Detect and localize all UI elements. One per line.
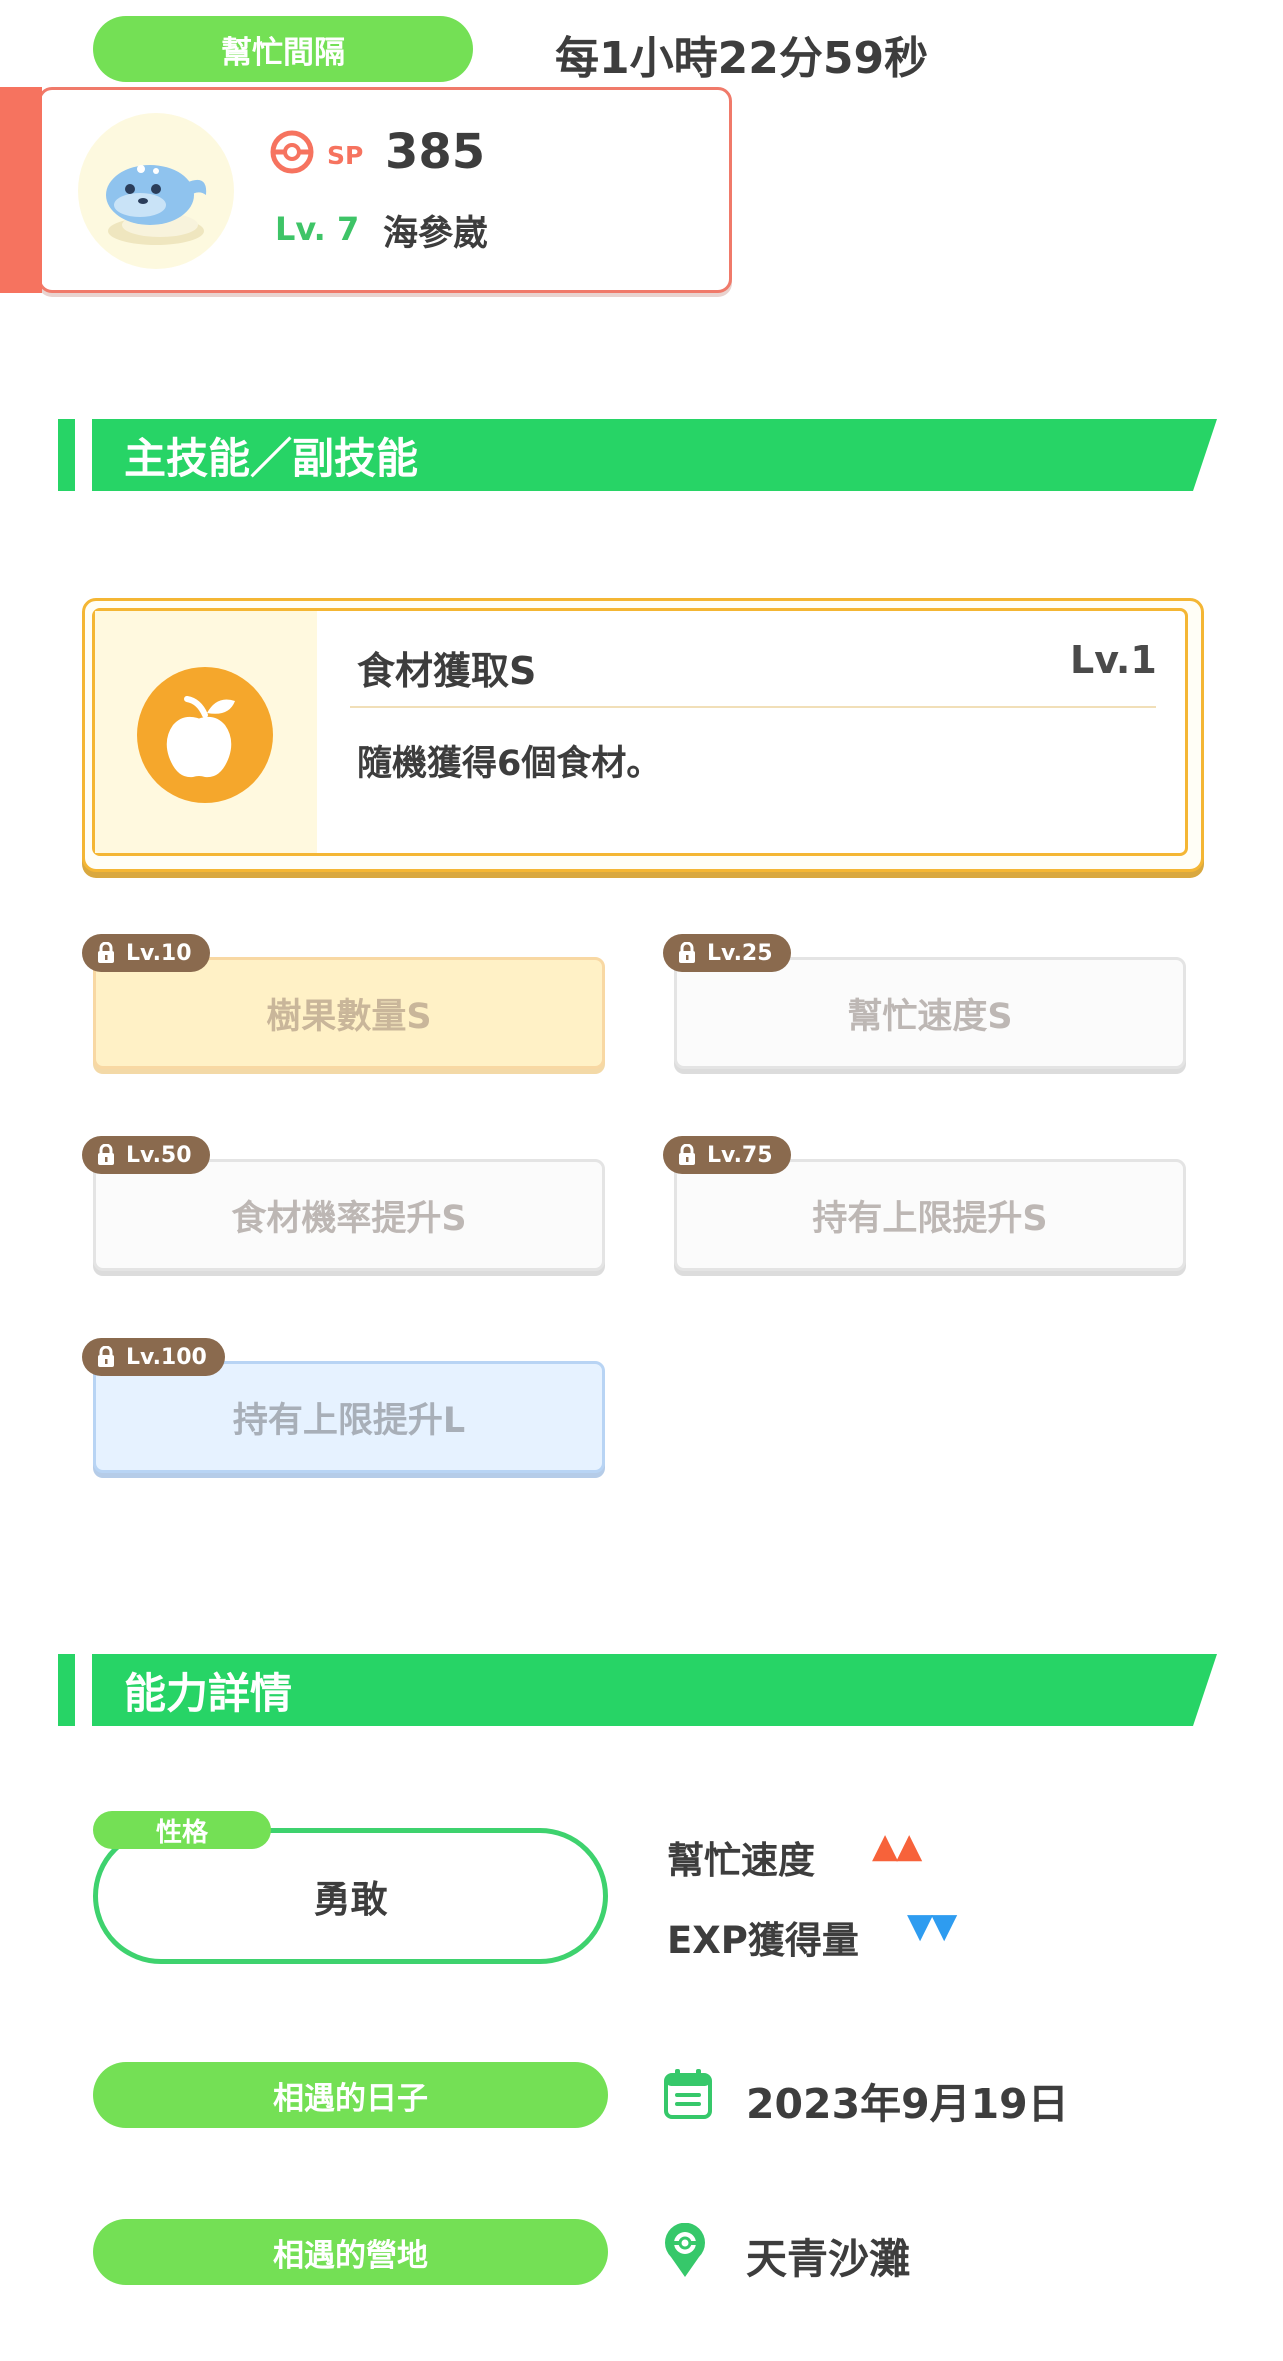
sub-skill-5[interactable]: 持有上限提升L [93,1361,605,1473]
lock-icon [98,1144,114,1165]
main-skill-name: 食材獲取S [357,649,537,693]
nature-value: 勇敢 [313,1878,388,1921]
nature-up-label: 幫忙速度 [667,1839,815,1882]
sub-skill-3[interactable]: 食材機率提升S [93,1159,605,1271]
sub-skill-name: 持有上限提升L [232,1400,466,1441]
sub-skill-lock-tag: Lv.25 [663,934,791,972]
lock-icon [98,942,114,963]
section-title-skills: 主技能／副技能 [92,419,1217,491]
main-skill-description: 隨機獲得6個食材。 [357,744,662,784]
sub-skill-name: 食材機率提升S [231,1198,467,1239]
nature-down-label: EXP獲得量 [667,1919,859,1962]
sp-icon [270,130,314,174]
main-skill-level: Lv.1 [1070,638,1157,682]
nature-tag: 性格 [93,1811,271,1849]
sub-skill-1[interactable]: 樹果數量S [93,957,605,1069]
sub-skill-unlock-level: Lv.50 [126,1142,192,1168]
main-skill-divider [350,706,1156,708]
sub-skill-lock-tag: Lv.75 [663,1136,791,1174]
sub-skill-unlock-level: Lv.100 [126,1344,207,1370]
sp-label: SP [327,141,364,170]
meet-date-label: 相遇的日子 [93,2062,608,2128]
sub-skill-name: 樹果數量S [266,996,432,1037]
meet-date-value: 2023年9月19日 [746,2080,1069,2128]
section-marker [58,1654,75,1726]
help-interval-label: 幫忙間隔 [93,16,473,82]
help-interval-value: 每1小時22分59秒 [555,33,929,84]
meet-place-label: 相遇的營地 [93,2219,608,2285]
sub-skill-4[interactable]: 持有上限提升S [674,1159,1186,1271]
pokemon-level: Lv. 7 [275,210,360,248]
sub-skill-2[interactable]: 幫忙速度S [674,957,1186,1069]
sub-skill-lock-tag: Lv.50 [82,1136,210,1174]
section-marker [58,419,75,491]
sp-value: 385 [385,124,486,180]
lock-icon [98,1346,114,1367]
up-arrows-icon: ▲▲ [872,1826,922,1866]
meet-place-value: 天青沙灘 [746,2235,910,2283]
sub-skill-lock-tag: Lv.10 [82,934,210,972]
down-arrows-icon: ▼▼ [907,1906,957,1946]
lock-icon [679,1144,695,1165]
location-pin-icon [663,2222,707,2279]
section-title-ability: 能力詳情 [92,1654,1217,1726]
calendar-icon [663,2068,713,2120]
apple-icon [137,667,273,803]
sub-skill-lock-tag: Lv.100 [82,1338,225,1376]
pokemon-avatar [78,113,234,269]
sub-skill-unlock-level: Lv.10 [126,940,192,966]
pokemon-card-accent [0,87,42,293]
sub-skill-name: 持有上限提升S [812,1198,1048,1239]
lock-icon [679,942,695,963]
sub-skill-unlock-level: Lv.25 [707,940,773,966]
sub-skill-unlock-level: Lv.75 [707,1142,773,1168]
pokemon-name: 海參崴 [383,214,489,254]
sub-skill-name: 幫忙速度S [847,996,1013,1037]
